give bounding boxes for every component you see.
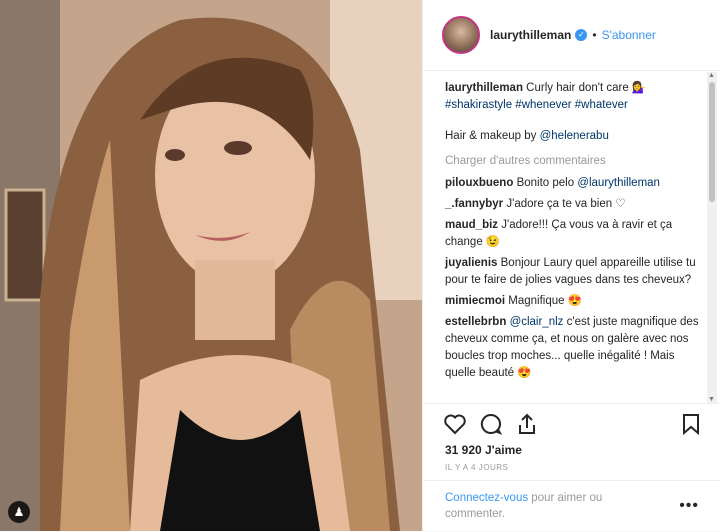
heart-icon[interactable] xyxy=(443,412,467,436)
comment-mention[interactable]: @clair_nlz xyxy=(510,316,564,328)
instagram-post: ♟ laurythilleman ✓ • S'abonner laurythil… xyxy=(0,0,720,531)
comment-text: Bonito pelo xyxy=(516,177,578,189)
portrait-illustration xyxy=(0,0,422,531)
comment: _.fannybyr J'adore ça te va bien ♡ xyxy=(445,196,708,213)
comment-text: Magnifique 😍 xyxy=(508,295,583,307)
comment: juyalienis Bonjour Laury quel appareille… xyxy=(445,255,708,289)
comment-user[interactable]: mimiecmoi xyxy=(445,295,505,307)
scrollbar-thumb[interactable] xyxy=(709,82,715,202)
credit-prefix: Hair & makeup by xyxy=(445,130,540,142)
post-actions xyxy=(423,403,720,444)
post-header: laurythilleman ✓ • S'abonner xyxy=(423,0,720,71)
share-icon[interactable] xyxy=(515,412,539,436)
verified-icon: ✓ xyxy=(575,29,588,41)
comment-user[interactable]: maud_biz xyxy=(445,219,498,231)
login-prompt: Connectez-vous pour aimer ou commenter. xyxy=(445,490,665,522)
comment-mention[interactable]: @laurythilleman xyxy=(577,177,660,189)
header-separator: • xyxy=(592,28,597,42)
post-photo[interactable]: ♟ xyxy=(0,0,422,531)
header-username[interactable]: laurythilleman xyxy=(490,28,571,42)
caption-hashtags[interactable]: #shakirastyle #whenever #whatever xyxy=(445,99,628,111)
caption-username[interactable]: laurythilleman xyxy=(445,82,523,94)
comment-user[interactable]: _.fannybyr xyxy=(445,198,503,210)
comment-icon[interactable] xyxy=(479,412,503,436)
follow-button[interactable]: S'abonner xyxy=(602,28,656,42)
load-more-comments[interactable]: Charger d'autres commentaires xyxy=(445,155,708,167)
comments-list: laurythilleman Curly hair don't care 💁‍♀… xyxy=(423,72,708,403)
likes-count[interactable]: 31 920 J'aime xyxy=(445,443,522,457)
comment: maud_biz J'adore!!! Ça vous va à ravir e… xyxy=(445,217,708,251)
comment-user[interactable]: estellebrbn xyxy=(445,316,506,328)
comment-text: J'adore ça te va bien ♡ xyxy=(506,198,626,210)
comment-user[interactable]: juyalienis xyxy=(445,257,497,269)
credit-mention[interactable]: @helenerabu xyxy=(540,130,609,142)
scroll-down-icon[interactable]: ▼ xyxy=(708,396,715,403)
caption: laurythilleman Curly hair don't care 💁‍♀… xyxy=(445,80,708,114)
caption-text: Curly hair don't care 💁‍♀️ xyxy=(526,82,647,94)
comment: estellebrbn @clair_nlz c'est juste magni… xyxy=(445,314,708,382)
comment: mimiecmoi Magnifique 😍 xyxy=(445,293,708,310)
post-sidebar: laurythilleman ✓ • S'abonner laurythille… xyxy=(422,0,720,531)
user-tag-icon[interactable]: ♟ xyxy=(8,501,30,523)
comments-scrollbar[interactable]: ▲ ▼ xyxy=(707,72,717,403)
scroll-up-icon[interactable]: ▲ xyxy=(708,72,715,79)
comment: pilouxbueno Bonito pelo @laurythilleman xyxy=(445,175,708,192)
comment-user[interactable]: pilouxbueno xyxy=(445,177,513,189)
avatar[interactable] xyxy=(442,16,480,54)
login-link[interactable]: Connectez-vous xyxy=(445,492,528,504)
caption-credit: Hair & makeup by @helenerabu xyxy=(445,128,708,145)
post-timestamp: IL Y A 4 JOURS xyxy=(445,463,509,472)
more-options-icon[interactable]: ••• xyxy=(679,497,699,515)
bookmark-icon[interactable] xyxy=(679,412,703,436)
post-footer: Connectez-vous pour aimer ou commenter. … xyxy=(423,480,720,532)
